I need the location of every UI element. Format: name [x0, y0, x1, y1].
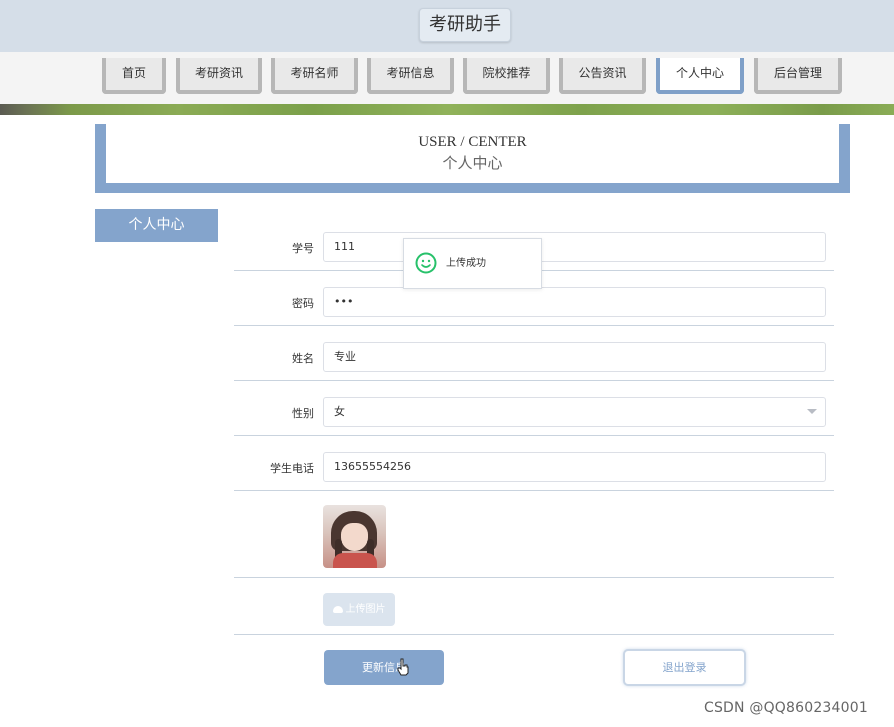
banner-title-cn: 个人中心 [442, 154, 503, 172]
form-row-avatar [234, 496, 834, 578]
password-input[interactable]: ••• [323, 287, 826, 317]
name-label: 姓名 [292, 352, 314, 365]
hand-cursor-icon [397, 658, 409, 676]
form-row-upload: 上传图片 [234, 578, 834, 635]
phone-input[interactable]: 13655554256 [323, 452, 826, 482]
student-id-input[interactable]: 111 [323, 232, 826, 262]
upload-button-label: 上传图片 [345, 604, 386, 615]
sidebar-item-user-center[interactable]: 个人中心 [95, 209, 218, 242]
cloud-upload-icon [332, 606, 343, 613]
nav-item-user-center[interactable]: 个人中心 [656, 58, 744, 94]
nav-item-admin[interactable]: 后台管理 [754, 58, 842, 94]
decorative-grass-strip [0, 104, 894, 115]
gender-label: 性别 [292, 407, 314, 420]
name-input[interactable]: 专业 [323, 342, 826, 372]
chevron-down-icon [807, 409, 817, 414]
upload-image-button[interactable]: 上传图片 [323, 593, 395, 626]
phone-label: 学生电话 [270, 462, 314, 475]
watermark-text: CSDN @QQ860234001 [704, 700, 868, 716]
update-info-button[interactable]: 更新信息 [324, 650, 444, 685]
smile-icon [415, 252, 437, 274]
logout-button[interactable]: 退出登录 [623, 649, 746, 686]
password-label: 密码 [292, 297, 314, 310]
page-banner: USER / CENTER 个人中心 [95, 124, 850, 193]
nav-item-exam-news[interactable]: 考研资讯 [176, 58, 262, 94]
nav-item-famous-teachers[interactable]: 考研名师 [271, 58, 358, 94]
nav-item-exam-info[interactable]: 考研信息 [367, 58, 454, 94]
app-title: 考研助手 [419, 8, 511, 42]
success-toast: 上传成功 [403, 238, 542, 289]
gender-select[interactable]: 女 [323, 397, 826, 427]
avatar-image [323, 505, 386, 568]
nav-item-home[interactable]: 首页 [102, 58, 166, 94]
avatar-face [341, 523, 368, 551]
top-header: 考研助手 [0, 0, 894, 53]
form-row-gender: 性别 女 [234, 390, 834, 436]
avatar-shirt [333, 553, 377, 568]
form-row-phone: 学生电话 13655554256 [234, 445, 834, 491]
form-row-name: 姓名 专业 [234, 335, 834, 381]
banner-title-en: USER / CENTER [418, 134, 527, 150]
toast-message: 上传成功 [446, 258, 486, 269]
nav-item-announcements[interactable]: 公告资讯 [559, 58, 646, 94]
student-id-label: 学号 [292, 242, 314, 255]
gender-select-value: 女 [334, 405, 345, 418]
nav-item-school-recommend[interactable]: 院校推荐 [463, 58, 550, 94]
